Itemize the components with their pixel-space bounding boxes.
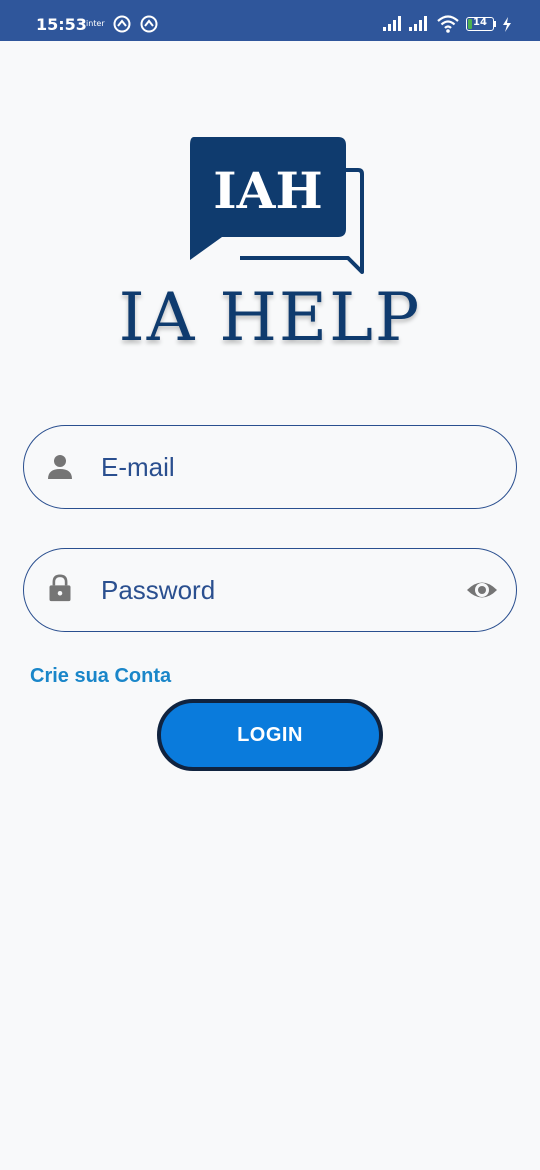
- charging-icon: [503, 17, 511, 32]
- email-input[interactable]: [101, 444, 441, 490]
- signal-icon: [383, 16, 401, 31]
- carrier-label: inter: [86, 19, 105, 28]
- app-title: IA HELP: [118, 279, 422, 356]
- signal-icon: [409, 16, 427, 31]
- eye-icon[interactable]: [466, 575, 498, 605]
- password-input[interactable]: [101, 567, 441, 613]
- status-bar: 15:53 inter 14: [0, 0, 540, 41]
- create-account-link[interactable]: Crie sua Conta: [30, 665, 171, 688]
- wifi-icon: [437, 15, 459, 33]
- logo-badge-text: IAH: [213, 161, 322, 220]
- battery-icon: 14: [466, 17, 494, 31]
- lock-icon: [49, 574, 71, 602]
- app-notification-icon: [113, 15, 131, 33]
- password-field[interactable]: [23, 548, 517, 632]
- login-button[interactable]: LOGIN: [157, 699, 383, 771]
- battery-level-text: 14: [473, 17, 487, 28]
- status-time: 15:53: [36, 15, 87, 34]
- app-logo: IAH: [190, 137, 364, 274]
- person-icon: [48, 455, 72, 479]
- battery-cap: [494, 21, 496, 27]
- app-notification-icon: [140, 15, 158, 33]
- email-field[interactable]: [23, 425, 517, 509]
